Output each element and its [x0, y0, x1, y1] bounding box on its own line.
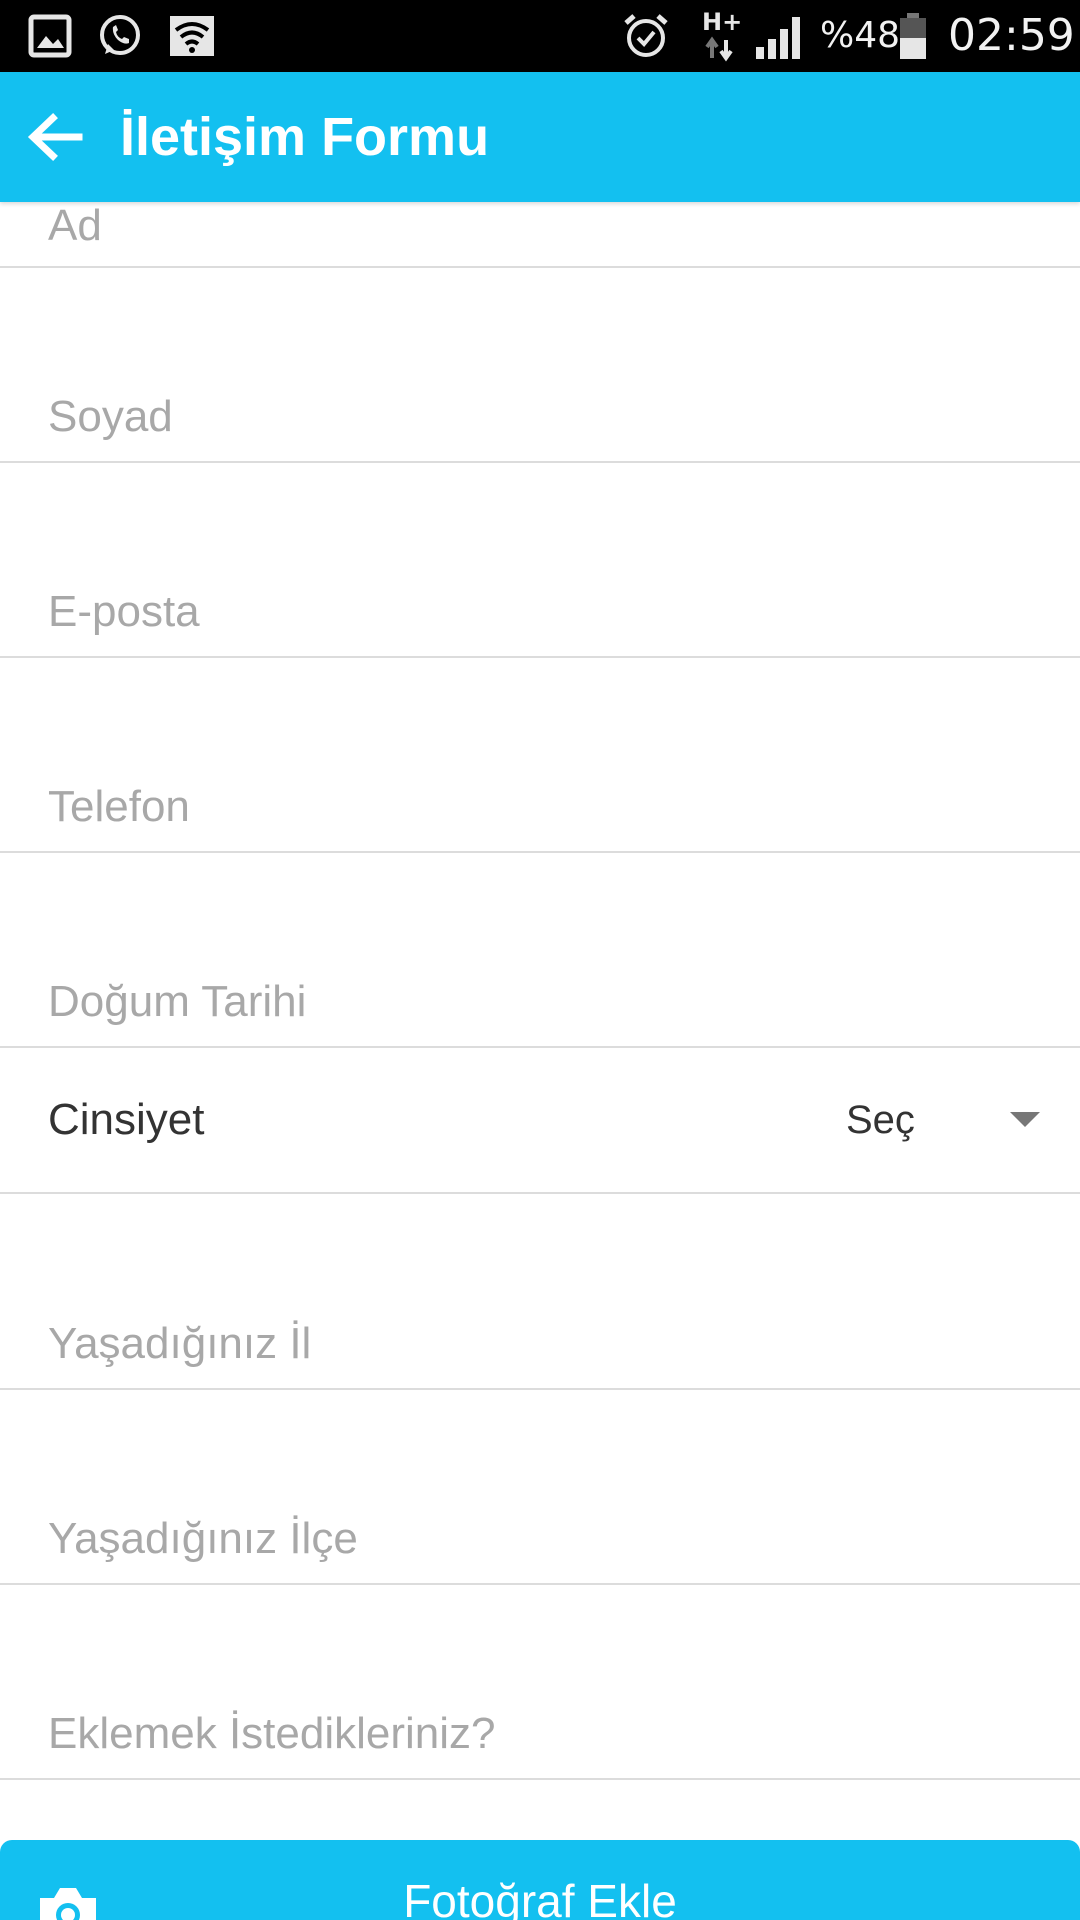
clock: 02:59 [948, 10, 1075, 61]
birth-date-field[interactable] [0, 853, 1080, 1048]
last-name-input[interactable] [48, 387, 1032, 447]
notes-input[interactable] [48, 1704, 1032, 1764]
first-name-input[interactable] [48, 196, 1032, 256]
battery-icon [896, 0, 930, 72]
alarm-icon [618, 0, 674, 72]
arrow-left-icon [27, 113, 83, 161]
gallery-icon [24, 0, 76, 72]
app-bar: İletişim Formu [0, 72, 1080, 202]
birth-date-input[interactable] [48, 972, 1032, 1032]
first-name-field[interactable] [0, 196, 1080, 268]
screen: H+ %48 02:59 İletişim Formu Ad Soyad E-p… [0, 0, 1080, 1920]
status-bar: H+ %48 02:59 [0, 0, 1080, 72]
add-photo-label: Fotoğraf Ekle [403, 1875, 677, 1920]
email-field[interactable] [0, 463, 1080, 658]
district-field[interactable] [0, 1390, 1080, 1585]
signal-icon [752, 0, 808, 72]
network-hplus-icon: H+ [696, 0, 746, 72]
network-type-label: H+ [702, 8, 742, 36]
phone-input[interactable] [48, 777, 1032, 837]
district-input[interactable] [48, 1509, 1032, 1569]
notes-field[interactable] [0, 1585, 1080, 1780]
phone-field[interactable] [0, 658, 1080, 853]
last-name-field[interactable] [0, 268, 1080, 463]
gender-row: Cinsiyet Seç [0, 1048, 1080, 1194]
gender-label: Cinsiyet [48, 1095, 205, 1144]
city-field[interactable] [0, 1194, 1080, 1390]
gender-select[interactable]: Seç [840, 1080, 1040, 1160]
whatsapp-icon [94, 0, 146, 72]
email-input[interactable] [48, 582, 1032, 642]
add-photo-button[interactable]: Fotoğraf Ekle [0, 1840, 1080, 1920]
back-button[interactable] [8, 90, 102, 184]
city-input[interactable] [48, 1314, 1032, 1374]
page-title: İletişim Formu [120, 107, 490, 167]
wifi-icon [166, 0, 218, 72]
battery-percent: %48 [820, 15, 901, 56]
caret-down-icon [1010, 1112, 1040, 1127]
gender-select-value: Seç [846, 1098, 915, 1142]
